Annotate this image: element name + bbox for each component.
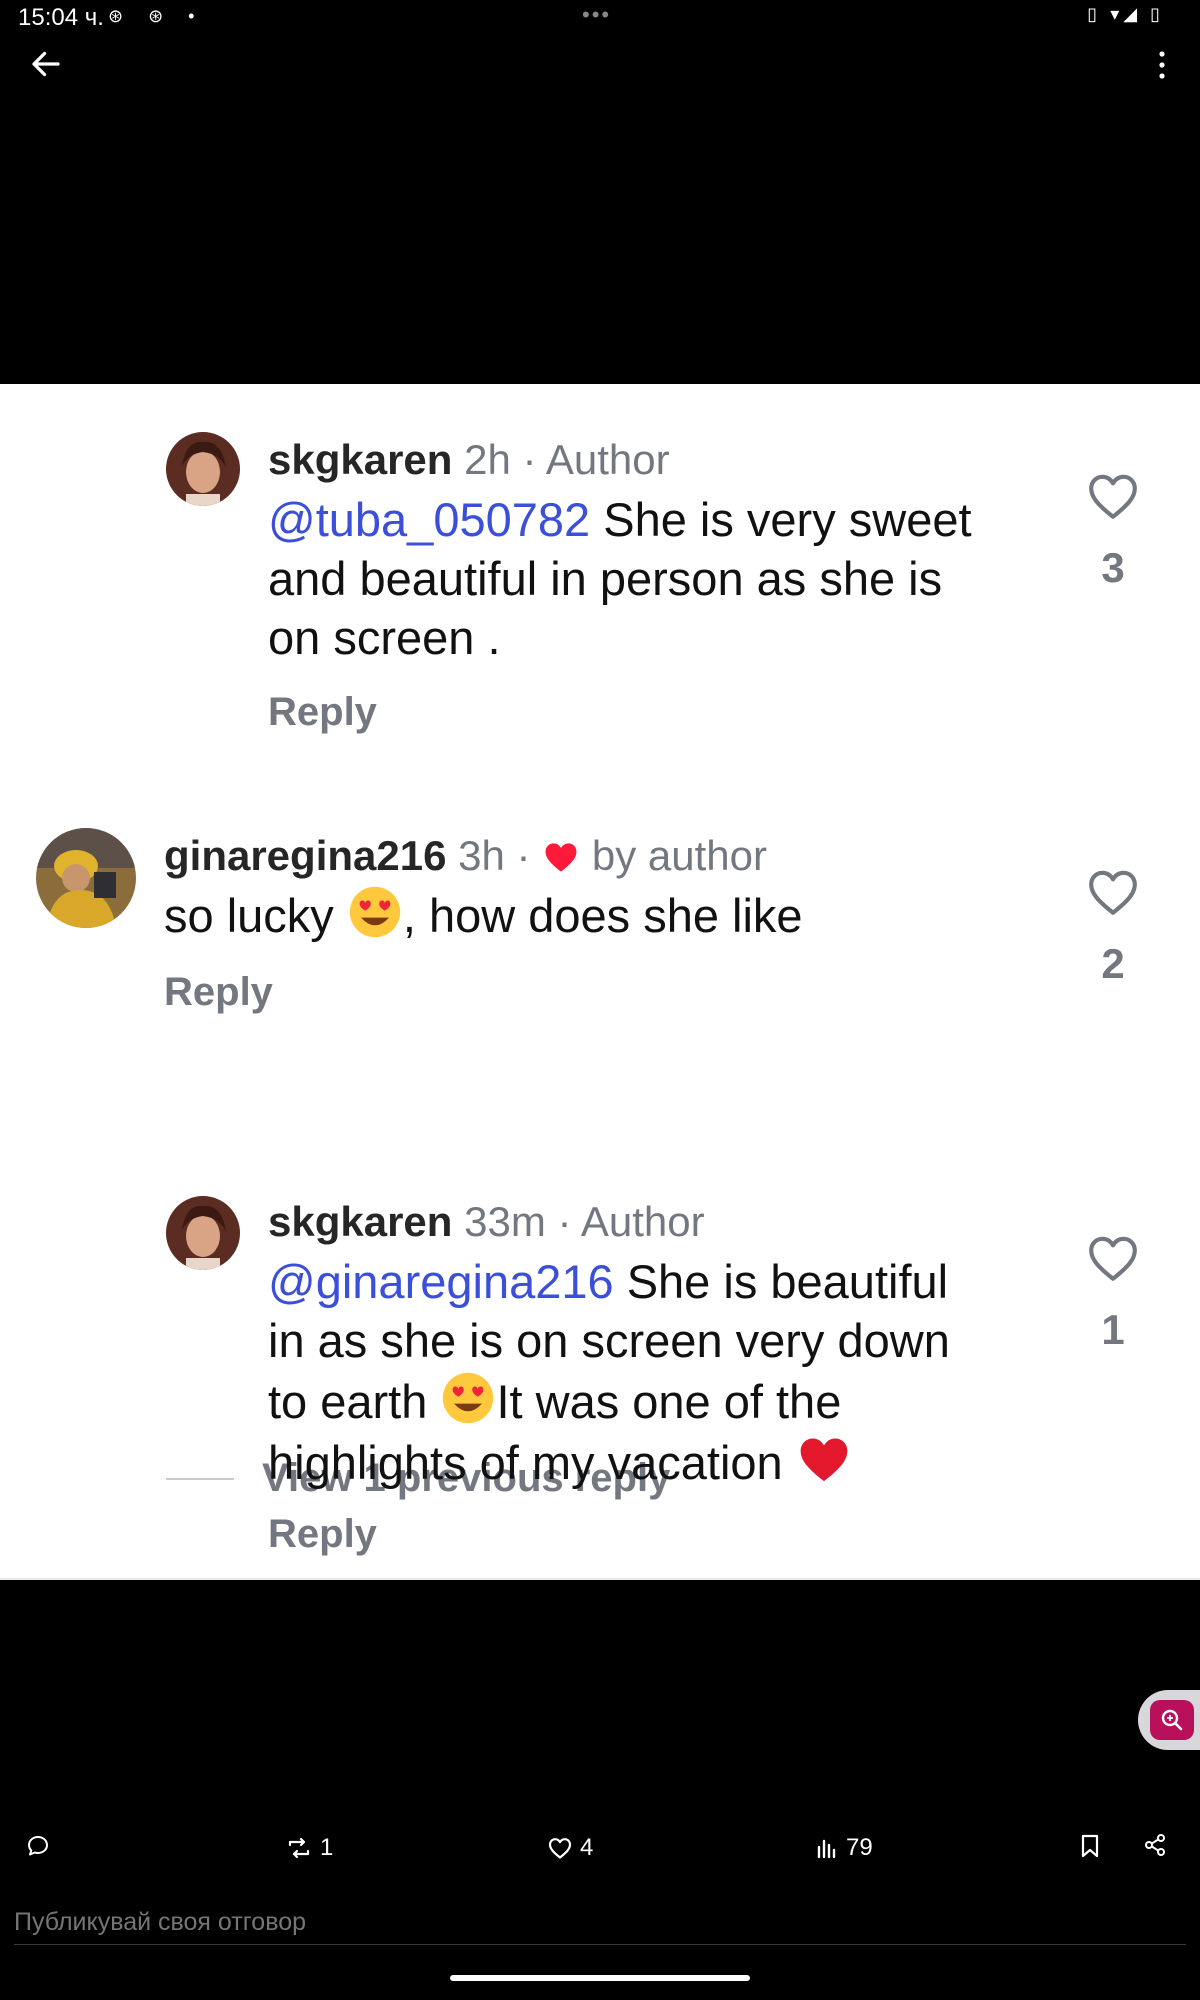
comment-text-line: on screen .	[268, 611, 501, 664]
repost-icon	[288, 1837, 310, 1859]
comment-text-line: , how does she like	[402, 889, 803, 942]
username[interactable]: skgkaren	[268, 436, 452, 483]
avatar	[166, 432, 240, 506]
username[interactable]: ginaregina216	[164, 832, 446, 879]
magnifier-plus-icon	[1161, 1709, 1183, 1731]
comment-text-line: It was one of the	[496, 1375, 842, 1428]
status-system-icons: ▯ ▾◢ ▯	[1087, 4, 1164, 24]
bar-chart-icon	[817, 1839, 836, 1859]
reply-button[interactable]: Reply	[164, 970, 273, 1015]
red-heart-emoji-icon	[800, 1438, 848, 1482]
share-icon	[1145, 1834, 1165, 1856]
comment-meta: 2h · Author	[452, 436, 670, 483]
comment-screenshot-image: skgkaren 2h · Author @tuba_050782 She is…	[0, 384, 1200, 1580]
comment-meta: 3h ·	[446, 832, 543, 879]
bookmark-action[interactable]	[1080, 1834, 1100, 1858]
comment-text: @ginaregina216 She is beautiful in as sh…	[268, 1252, 1068, 1492]
comment-header: skgkaren 2h · Author	[268, 436, 670, 484]
comment-header: ginaregina216 3h · by author	[164, 832, 767, 880]
comment-text-line: and beautiful in person as she is	[268, 552, 943, 605]
back-arrow-icon[interactable]	[28, 46, 64, 82]
heart-outline-icon[interactable]	[1086, 472, 1140, 520]
comment-text: so lucky , how does she like	[164, 884, 1064, 945]
status-more-dots-icon: •••	[582, 2, 612, 27]
like-count: 3	[1101, 544, 1125, 591]
heart-icon	[548, 1838, 572, 1859]
comment-meta: 33m · Author	[452, 1198, 705, 1245]
comment-meta: by author	[580, 832, 767, 879]
like-count-total: 4	[580, 1834, 594, 1861]
comment-header: skgkaren 33m · Author	[268, 1198, 705, 1246]
heart-outline-icon[interactable]	[1086, 1234, 1140, 1282]
comment-bubble-icon	[28, 1836, 48, 1856]
avatar	[166, 1196, 240, 1270]
comment-text-line: to earth	[268, 1375, 441, 1428]
username[interactable]: skgkaren	[268, 1198, 452, 1245]
zoom-button[interactable]	[1138, 1690, 1200, 1750]
zoom-button-inner	[1150, 1700, 1194, 1740]
like-count: 2	[1101, 940, 1125, 987]
home-indicator[interactable]	[450, 1975, 750, 1981]
repost-action[interactable]: 1	[286, 1834, 333, 1862]
heart-eyes-emoji-icon	[443, 1372, 494, 1424]
view-count: 79	[846, 1834, 873, 1861]
views-action[interactable]: 79	[816, 1834, 873, 1862]
comment-text-line: She is beautiful	[613, 1255, 949, 1308]
heart-outline-icon[interactable]	[1086, 868, 1140, 916]
overflow-menu-icon[interactable]	[1156, 50, 1168, 80]
bookmark-icon	[1081, 1834, 1099, 1858]
comment-text-line: so lucky	[164, 889, 347, 942]
share-action[interactable]	[1144, 1834, 1166, 1856]
comment-text-line: in as she is on screen very down	[268, 1314, 950, 1367]
card-divider	[0, 1578, 1200, 1580]
reply-button[interactable]: Reply	[268, 1512, 377, 1557]
mention-link[interactable]: @ginaregina216	[268, 1255, 614, 1308]
comment-action[interactable]	[26, 1834, 50, 1858]
repost-count: 1	[320, 1834, 334, 1861]
heart-eyes-emoji-icon	[349, 886, 401, 938]
reply-input[interactable]	[14, 1900, 1186, 1945]
thread-divider-line	[166, 1478, 234, 1480]
liked-by-author-heart-icon	[545, 843, 577, 872]
comment-text-line: She is very sweet	[590, 493, 972, 546]
comment-text: @tuba_050782 She is very sweet and beaut…	[268, 490, 1028, 667]
status-notification-icons: ⊛ ⊛ •	[108, 6, 205, 26]
status-time: 15:04 ч.	[18, 4, 104, 31]
avatar	[36, 828, 136, 928]
comment-text-line: highlights of my vacation	[268, 1436, 796, 1489]
like-action[interactable]: 4	[548, 1834, 593, 1862]
mention-link[interactable]: @tuba_050782	[268, 493, 590, 546]
like-count: 1	[1101, 1306, 1125, 1353]
reply-button[interactable]: Reply	[268, 690, 377, 735]
